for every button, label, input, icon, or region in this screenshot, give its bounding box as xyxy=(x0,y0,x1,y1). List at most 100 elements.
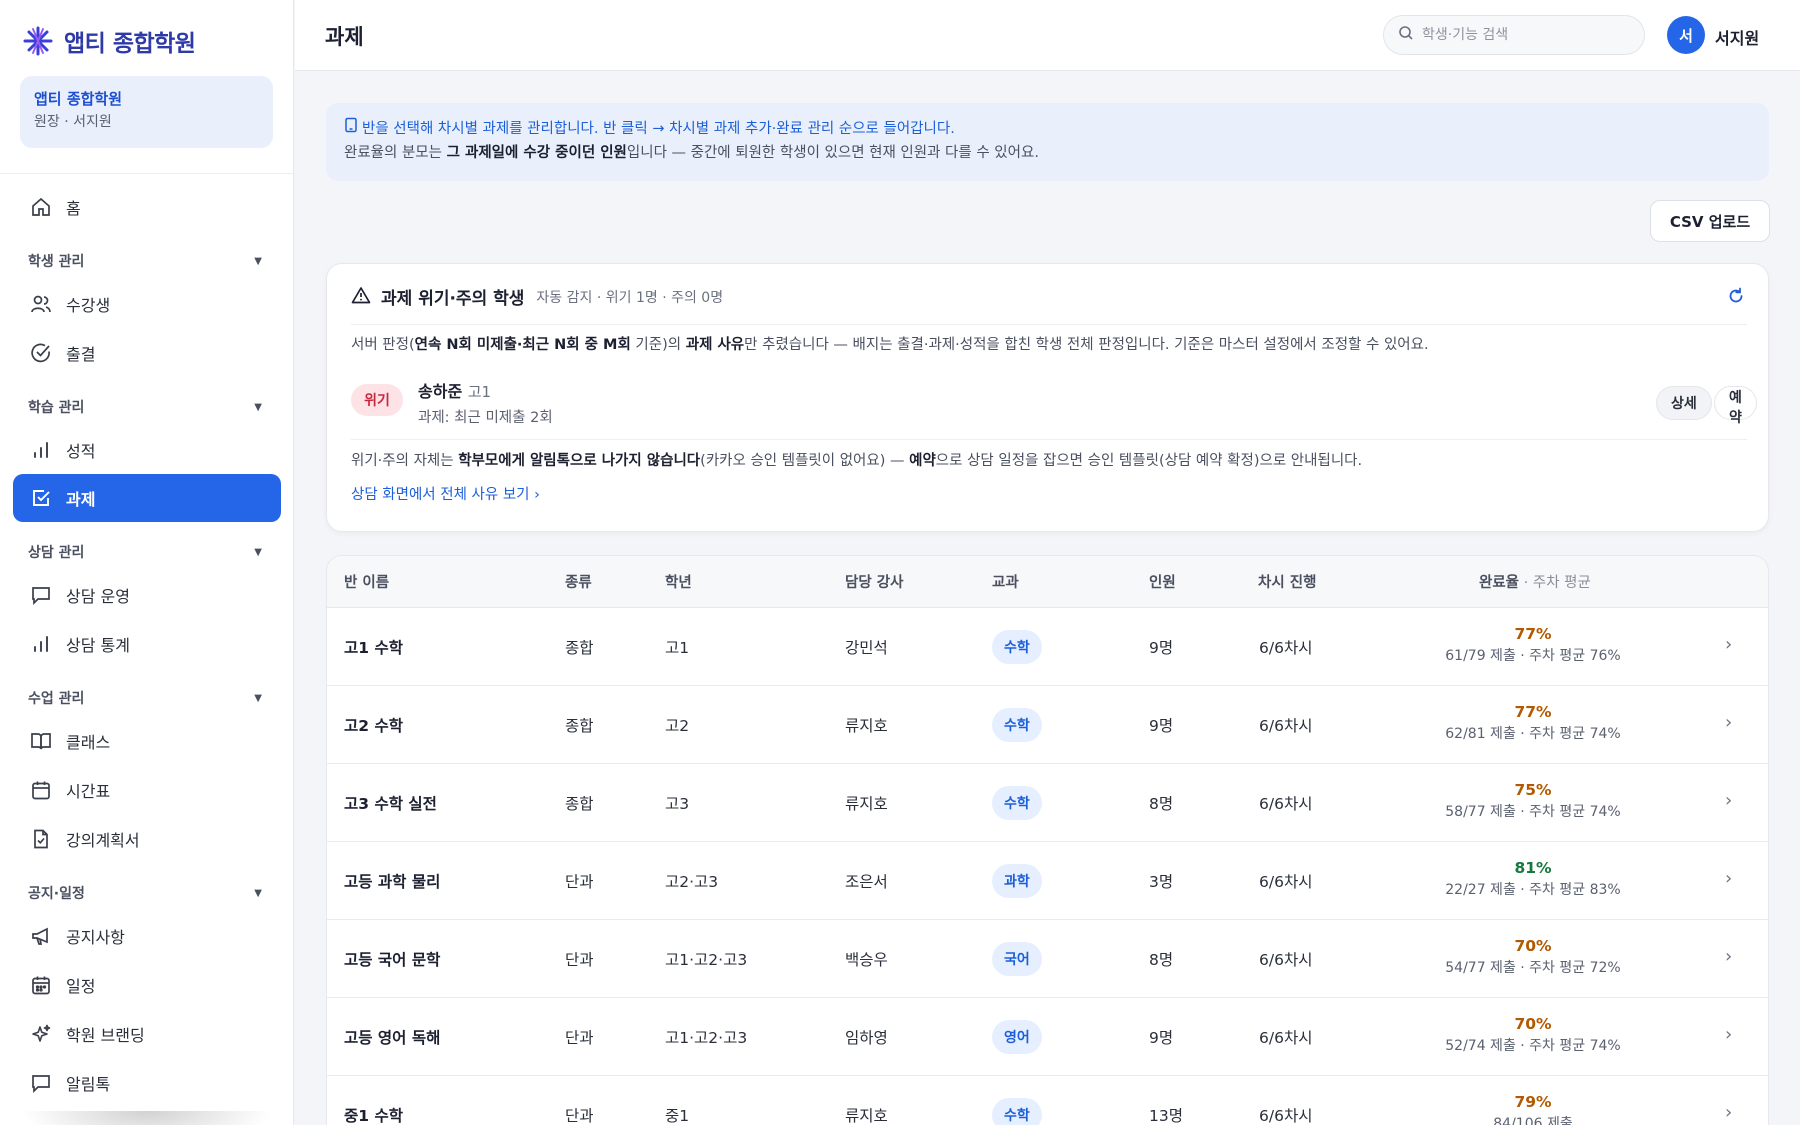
nav-group-notice[interactable]: 공지·일정 ▼ xyxy=(0,863,293,911)
user-name[interactable]: 서지원 xyxy=(1715,25,1759,49)
risk-note: 위기·주의 자체는 학부모에게 알림톡으로 나가지 않습니다(카카오 승인 템플… xyxy=(351,449,1362,473)
note-emphasis: 예약 xyxy=(909,453,936,469)
class-grade: 고1·고2·고3 xyxy=(665,951,748,969)
org-role: 원장 · 서지원 xyxy=(34,114,112,130)
completion-rate-detail: 62/81 제출 · 주차 평균 74% xyxy=(1445,726,1621,742)
chevron-right-icon[interactable]: › xyxy=(1725,868,1732,889)
search-icon xyxy=(1398,25,1414,45)
sidebar-item-notices[interactable]: 공지사항 xyxy=(0,911,293,960)
sidebar-item-schedule[interactable]: 일정 xyxy=(0,960,293,1009)
chevron-right-icon[interactable]: › xyxy=(1725,790,1732,811)
nav-group-counsel[interactable]: 상담 관리 ▼ xyxy=(0,522,293,570)
sidebar-item-grades[interactable]: 성적 xyxy=(0,425,293,474)
col-header-progress[interactable]: 차시 진행 xyxy=(1258,571,1316,592)
class-count: 9명 xyxy=(1149,717,1174,735)
sidebar-item-classes[interactable]: 클래스 xyxy=(0,716,293,765)
sidebar-item-label: 성적 xyxy=(66,441,96,461)
desc-emphasis: 연속 N회 미제출·최근 N회 중 M회 xyxy=(414,337,631,353)
sidebar-item-counsel-ops[interactable]: 상담 운영 xyxy=(0,570,293,619)
sidebar-item-timetable[interactable]: 시간표 xyxy=(0,765,293,814)
class-type: 종합 xyxy=(565,639,594,657)
caret-down-icon: ▼ xyxy=(254,401,262,413)
users-icon xyxy=(30,293,52,315)
class-name: 고1 수학 xyxy=(344,639,403,657)
sidebar-item-home[interactable]: 홈 xyxy=(0,182,293,231)
chevron-right-icon[interactable]: › xyxy=(1725,1102,1732,1123)
brand[interactable]: 앱티 종합학원 xyxy=(22,22,196,60)
class-progress: 6/6차시 xyxy=(1259,717,1313,735)
col-header-subject[interactable]: 교과 xyxy=(992,571,1019,592)
col-header-grade[interactable]: 학년 xyxy=(665,571,692,592)
info-line-1: 반을 선택해 차시별 과제를 관리합니다. 반 클릭 → 차시별 과제 추가·완… xyxy=(344,117,1751,141)
completion-rate: 70% 54/77 제출 · 주차 평균 72% xyxy=(1433,935,1633,979)
warning-icon xyxy=(351,286,371,308)
table-row[interactable]: 고2 수학 종합 고2 류지호 수학 9명 6/6차시 77% 62/81 제출 · 주차 평균… xyxy=(327,686,1768,764)
completion-rate-percent: 70% xyxy=(1514,937,1552,955)
sidebar: 앱티 종합학원 앱티 종합학원 원장 · 서지원 홈 학생 관리 ▼ 수강생 출… xyxy=(0,0,294,1125)
csv-upload-button[interactable]: CSV 업로드 xyxy=(1650,200,1770,242)
risk-card-header: 과제 위기·주의 학생 자동 감지 · 위기 1명 · 주의 0명 xyxy=(351,284,723,309)
student-name[interactable]: 송하준 고1 xyxy=(418,378,491,402)
sidebar-item-homework[interactable]: 과제 xyxy=(13,474,281,522)
search-input[interactable] xyxy=(1422,27,1622,43)
table-row[interactable]: 고등 과학 물리 단과 고2·고3 조은서 과학 3명 6/6차시 81% 22/27 제출 ·… xyxy=(327,842,1768,920)
refresh-icon[interactable] xyxy=(1726,286,1746,306)
search-box[interactable] xyxy=(1383,15,1645,55)
col-header-teacher[interactable]: 담당 강사 xyxy=(845,571,903,592)
class-progress: 6/6차시 xyxy=(1259,639,1313,657)
chevron-right-icon[interactable]: › xyxy=(1725,634,1732,655)
info-emphasis: 그 과제일에 수강 중이던 인원 xyxy=(446,145,627,161)
sidebar-item-label: 일정 xyxy=(66,976,96,996)
view-all-reasons-link[interactable]: 상담 화면에서 전체 사유 보기 › xyxy=(351,483,540,504)
status-badge: 위기 xyxy=(351,384,403,416)
desc-text: 기준)의 xyxy=(630,337,686,353)
student-name-text: 송하준 xyxy=(418,382,463,401)
col-header-name[interactable]: 반 이름 xyxy=(344,571,389,592)
note-text: 으로 상담 일정을 잡으면 승인 템플릿(상담 예약 확정)으로 안내됩니다. xyxy=(935,453,1363,469)
completion-rate: 70% 52/74 제출 · 주차 평균 74% xyxy=(1433,1013,1633,1057)
table-row[interactable]: 고1 수학 종합 고1 강민석 수학 9명 6/6차시 77% 61/79 제출 · 주차 평균… xyxy=(327,608,1768,686)
class-table: 반 이름 종류 학년 담당 강사 교과 인원 차시 진행 완료율 · 주차 평균… xyxy=(326,555,1769,1125)
chevron-right-icon[interactable]: › xyxy=(1725,946,1732,967)
table-header: 반 이름 종류 학년 담당 강사 교과 인원 차시 진행 완료율 · 주차 평균 xyxy=(327,556,1768,608)
org-card[interactable]: 앱티 종합학원 원장 · 서지원 xyxy=(20,76,273,148)
table-row[interactable]: 중1 수학 단과 중1 류지호 수학 13명 6/6차시 79% 84/106 제출 › xyxy=(327,1076,1768,1125)
sidebar-item-syllabus[interactable]: 강의계획서 xyxy=(0,814,293,863)
subject-badge: 수학 xyxy=(992,630,1042,664)
avatar[interactable]: 서 xyxy=(1667,16,1705,54)
col-header-type[interactable]: 종류 xyxy=(565,571,592,592)
nav-group-classes[interactable]: 수업 관리 ▼ xyxy=(0,668,293,716)
subject-badge: 영어 xyxy=(992,1020,1042,1054)
reserve-button[interactable]: 예약 xyxy=(1714,386,1757,426)
home-icon xyxy=(30,196,52,218)
note-text: (카카오 승인 템플릿이 없어요) — xyxy=(700,453,910,469)
table-row[interactable]: 고등 국어 문학 단과 고1·고2·고3 백승우 국어 8명 6/6차시 70% 54/77 제… xyxy=(327,920,1768,998)
nav-group-students[interactable]: 학생 관리 ▼ xyxy=(0,231,293,279)
chevron-right-icon[interactable]: › xyxy=(1725,1024,1732,1045)
completion-rate-percent: 77% xyxy=(1514,625,1552,643)
sidebar-divider xyxy=(0,173,293,174)
caret-down-icon: ▼ xyxy=(254,692,262,704)
subject-badge: 국어 xyxy=(992,942,1042,976)
sidebar-item-enrollees[interactable]: 수강생 xyxy=(0,279,293,328)
class-name: 고등 과학 물리 xyxy=(344,873,441,891)
sidebar-item-branding[interactable]: 학원 브랜딩 xyxy=(0,1009,293,1058)
nav-group-label: 학습 관리 xyxy=(28,400,85,416)
col-header-count[interactable]: 인원 xyxy=(1149,571,1176,592)
class-type: 단과 xyxy=(565,1029,594,1047)
table-row[interactable]: 고등 영어 독해 단과 고1·고2·고3 임하영 영어 9명 6/6차시 70% 52/74 제… xyxy=(327,998,1768,1076)
chevron-right-icon[interactable]: › xyxy=(1725,712,1732,733)
col-header-rate[interactable]: 완료율 · 주차 평균 xyxy=(1479,571,1591,592)
nav-group-label: 수업 관리 xyxy=(28,691,85,707)
class-name: 고등 국어 문학 xyxy=(344,951,441,969)
sidebar-item-alimtalk[interactable]: 알림톡 xyxy=(0,1058,293,1107)
sidebar-item-label: 강의계획서 xyxy=(66,830,140,850)
class-grade: 고3 xyxy=(665,795,690,813)
sidebar-item-counsel-stats[interactable]: 상담 통계 xyxy=(0,619,293,668)
detail-button[interactable]: 상세 xyxy=(1656,386,1712,420)
table-row[interactable]: 고3 수학 실전 종합 고3 류지호 수학 8명 6/6차시 75% 58/77 제출 · 주차… xyxy=(327,764,1768,842)
sidebar-item-attendance[interactable]: 출결 xyxy=(0,328,293,377)
nav-group-learning[interactable]: 학습 관리 ▼ xyxy=(0,377,293,425)
sidebar-item-label: 수강생 xyxy=(66,295,111,315)
class-grade: 고2 xyxy=(665,717,690,735)
